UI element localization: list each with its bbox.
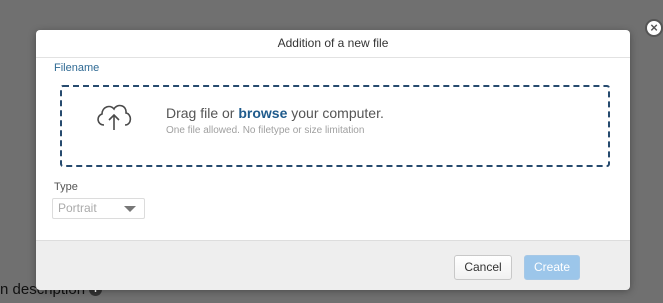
dropzone-text-before: Drag file or — [166, 105, 239, 121]
dialog-footer: Cancel Create — [36, 240, 630, 290]
dropzone-text-after: your computer. — [287, 105, 384, 121]
cancel-button[interactable]: Cancel — [454, 255, 512, 280]
chevron-down-icon — [124, 206, 136, 212]
dropzone-text: Drag file or browse your computer. One f… — [166, 105, 384, 136]
dropzone-subtext: One file allowed. No filetype or size li… — [166, 125, 365, 136]
type-select-value: Portrait — [58, 201, 97, 215]
close-icon[interactable]: × — [645, 19, 663, 37]
browse-link[interactable]: browse — [238, 105, 287, 121]
type-select[interactable]: Portrait — [52, 198, 145, 219]
dropzone-instructions: Drag file or browse your computer. — [166, 105, 384, 121]
new-file-dialog: Addition of a new file Filename Drag fil… — [36, 30, 630, 290]
create-button[interactable]: Create — [524, 255, 580, 280]
dialog-body: Filename Drag file or browse your comput… — [36, 58, 630, 253]
dialog-title: Addition of a new file — [36, 30, 630, 58]
filename-label: Filename — [54, 62, 100, 74]
type-label: Type — [54, 181, 78, 193]
cloud-upload-icon — [97, 104, 132, 130]
file-dropzone[interactable]: Drag file or browse your computer. One f… — [60, 85, 610, 167]
